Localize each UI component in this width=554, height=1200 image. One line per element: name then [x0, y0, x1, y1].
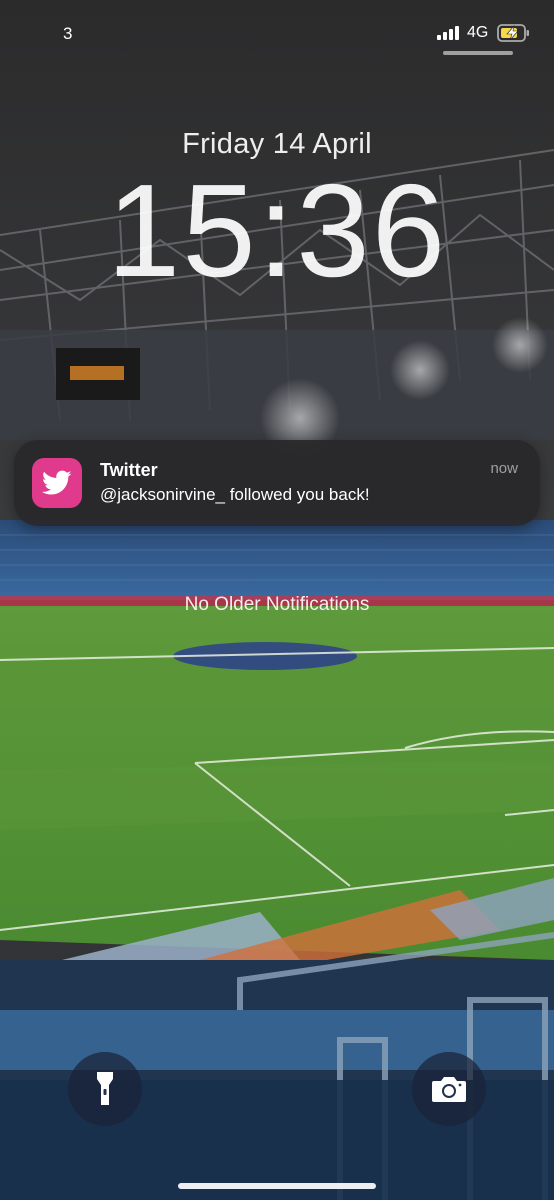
lock-screen: 3 4G Friday 14 April 15:36 Twitter @jack…	[0, 0, 554, 1200]
flashlight-button[interactable]	[68, 1052, 142, 1126]
notification-card[interactable]: Twitter @jacksonirvine_ followed you bac…	[14, 440, 540, 526]
control-center-grabber[interactable]	[443, 51, 513, 55]
camera-button[interactable]	[412, 1052, 486, 1126]
camera-icon	[432, 1077, 466, 1102]
network-type-label: 4G	[467, 24, 489, 41]
lock-time: 15:36	[106, 157, 448, 304]
home-indicator[interactable]	[178, 1183, 376, 1189]
notification-app-name: Twitter	[100, 460, 158, 480]
battery-charging-icon	[497, 24, 529, 42]
no-older-notifications-label: No Older Notifications	[184, 594, 370, 615]
flashlight-icon	[97, 1072, 113, 1105]
notification-message: @jacksonirvine_ followed you back!	[100, 485, 370, 504]
twitter-bird-icon	[32, 458, 82, 508]
signal-bars-icon	[437, 26, 459, 40]
notification-timestamp: now	[490, 460, 518, 477]
carrier-label: 3	[63, 24, 73, 43]
